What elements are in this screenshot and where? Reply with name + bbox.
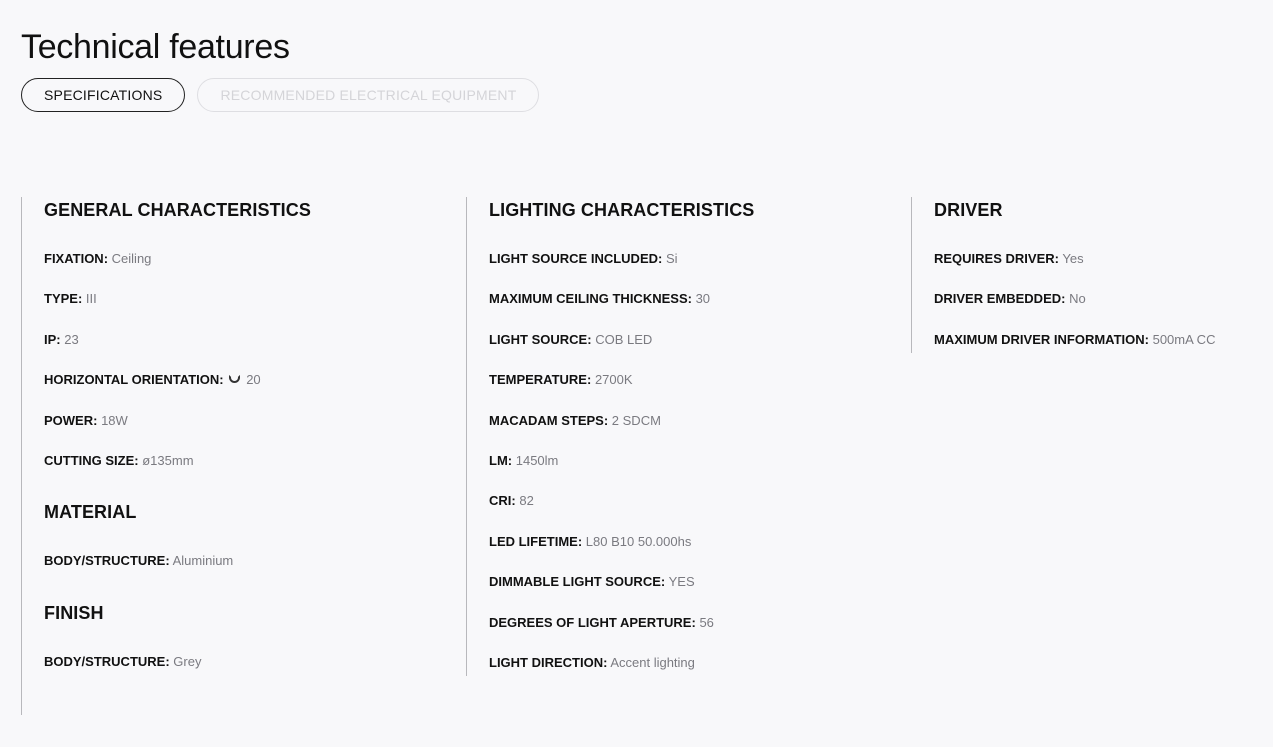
tab-recommended-electrical-equipment[interactable]: RECOMMENDED ELECTRICAL EQUIPMENT <box>197 78 540 112</box>
spec-value: III <box>85 291 97 307</box>
spec-maximum-ceiling-thickness: MAXIMUM CEILING THICKNESS: 30 <box>489 291 911 331</box>
spec-value: No <box>1069 291 1086 307</box>
spec-requires-driver: REQUIRES DRIVER: Yes <box>934 251 1273 291</box>
spec-label: LED LIFETIME: <box>489 533 583 549</box>
section-title: LIGHTING CHARACTERISTICS <box>489 200 755 220</box>
spec-value: 30 <box>695 291 711 307</box>
section-driver: DRIVER REQUIRES DRIVER: Yes DRIVER EMBED… <box>934 197 1273 372</box>
column-driver: DRIVER REQUIRES DRIVER: Yes DRIVER EMBED… <box>911 197 1273 353</box>
rotation-ring-icon <box>229 375 241 384</box>
spec-label: CRI: <box>489 493 516 509</box>
tab-bar: SPECIFICATIONS RECOMMENDED ELECTRICAL EQ… <box>21 78 540 112</box>
spec-label: LIGHT SOURCE INCLUDED: <box>489 251 663 266</box>
spec-light-source-included: LIGHT SOURCE INCLUDED: Si <box>489 251 911 291</box>
spec-light-direction: LIGHT DIRECTION: Accent lighting <box>489 655 911 695</box>
section-general-characteristics: GENERAL CHARACTERISTICS FIXATION: Ceilin… <box>44 197 466 493</box>
spec-power: POWER: 18W <box>44 413 466 453</box>
column-general: GENERAL CHARACTERISTICS FIXATION: Ceilin… <box>21 197 466 715</box>
spec-ip: IP: 23 <box>44 332 466 372</box>
spec-value: Si <box>665 251 678 266</box>
spec-list: BODY/STRUCTURE: Grey <box>44 654 466 694</box>
spec-maximum-driver-information: MAXIMUM DRIVER INFORMATION: 500mA CC <box>934 332 1273 372</box>
section-material: MATERIAL BODY/STRUCTURE: Aluminium <box>44 499 466 593</box>
spec-label: MAXIMUM DRIVER INFORMATION: <box>934 331 1149 347</box>
spec-label: HORIZONTAL ORIENTATION: <box>44 372 224 388</box>
spec-label: LIGHT DIRECTION: <box>489 654 608 670</box>
spec-horizontal-orientation: HORIZONTAL ORIENTATION: 20 <box>44 372 466 412</box>
spec-body-structure: BODY/STRUCTURE: Grey <box>44 654 466 694</box>
spec-driver-embedded: DRIVER EMBEDDED: No <box>934 291 1273 331</box>
spec-type: TYPE: III <box>44 291 466 331</box>
spec-value: 23 <box>64 331 79 347</box>
spec-label: TEMPERATURE: <box>489 372 592 388</box>
spec-label: MAXIMUM CEILING THICKNESS: <box>489 291 692 307</box>
spec-dimmable-light-source: DIMMABLE LIGHT SOURCE: YES <box>489 574 911 614</box>
spec-label: DEGREES OF LIGHT APERTURE: <box>489 614 696 630</box>
spec-label: TYPE: <box>44 291 83 307</box>
spec-list: BODY/STRUCTURE: Aluminium <box>44 553 466 593</box>
spec-value: 82 <box>519 493 534 509</box>
spec-label: LIGHT SOURCE: <box>489 331 592 347</box>
spec-list: LIGHT SOURCE INCLUDED: Si MAXIMUM CEILIN… <box>489 251 911 695</box>
spec-light-source: LIGHT SOURCE: COB LED <box>489 332 911 372</box>
spec-value: L80 B10 50.000hs <box>585 533 692 549</box>
spec-value: 56 <box>699 614 714 630</box>
spec-label: LM: <box>489 452 513 468</box>
column-lighting: LIGHTING CHARACTERISTICS LIGHT SOURCE IN… <box>466 197 911 676</box>
spec-label: POWER: <box>44 412 98 428</box>
spec-led-lifetime: LED LIFETIME: L80 B10 50.000hs <box>489 534 911 574</box>
spec-label: DRIVER EMBEDDED: <box>934 291 1066 307</box>
spec-temperature: TEMPERATURE: 2700K <box>489 372 911 412</box>
spec-body-structure: BODY/STRUCTURE: Aluminium <box>44 553 466 593</box>
spec-label: CUTTING SIZE: <box>44 452 139 468</box>
section-lighting-characteristics: LIGHTING CHARACTERISTICS LIGHT SOURCE IN… <box>489 197 911 695</box>
spec-cutting-size: CUTTING SIZE: ø135mm <box>44 453 466 493</box>
page-title: Technical features <box>21 28 290 66</box>
spec-value: ø135mm <box>142 452 194 468</box>
spec-value: 500mA CC <box>1152 331 1216 347</box>
section-title: DRIVER <box>934 200 1003 220</box>
spec-value: Aluminium <box>172 553 234 569</box>
spec-lm: LM: 1450lm <box>489 453 911 493</box>
spec-label: BODY/STRUCTURE: <box>44 553 170 569</box>
spec-degrees-of-light-aperture: DEGREES OF LIGHT APERTURE: 56 <box>489 615 911 655</box>
spec-label: DIMMABLE LIGHT SOURCE: <box>489 574 666 590</box>
spec-value: 2 SDCM <box>611 412 661 428</box>
spec-value: Yes <box>1062 251 1084 266</box>
spec-fixation: FIXATION: Ceiling <box>44 251 466 291</box>
spec-value: 2700K <box>594 372 633 388</box>
section-title: GENERAL CHARACTERISTICS <box>44 200 311 220</box>
section-title: FINISH <box>44 602 104 623</box>
spec-value: 1450lm <box>515 452 559 468</box>
section-finish: FINISH BODY/STRUCTURE: Grey <box>44 600 466 694</box>
spec-value: COB LED <box>595 331 653 347</box>
spec-label: FIXATION: <box>44 251 109 266</box>
spec-value: 18W <box>101 412 128 428</box>
spec-macadam-steps: MACADAM STEPS: 2 SDCM <box>489 413 911 453</box>
spec-cri: CRI: 82 <box>489 493 911 533</box>
spec-label: BODY/STRUCTURE: <box>44 653 170 669</box>
tab-specifications[interactable]: SPECIFICATIONS <box>21 78 186 112</box>
spec-list: REQUIRES DRIVER: Yes DRIVER EMBEDDED: No… <box>934 251 1273 372</box>
spec-value: Accent lighting <box>610 654 695 670</box>
spec-value: 20 <box>246 372 261 388</box>
spec-value: YES <box>668 574 695 590</box>
spec-value: Grey <box>173 653 202 669</box>
spec-label: REQUIRES DRIVER: <box>934 251 1059 266</box>
section-title: MATERIAL <box>44 502 137 523</box>
spec-value: Ceiling <box>111 251 152 266</box>
spec-label: MACADAM STEPS: <box>489 412 609 428</box>
spec-label: IP: <box>44 331 61 347</box>
spec-list: FIXATION: Ceiling TYPE: III IP: 23 HORIZ… <box>44 251 466 493</box>
